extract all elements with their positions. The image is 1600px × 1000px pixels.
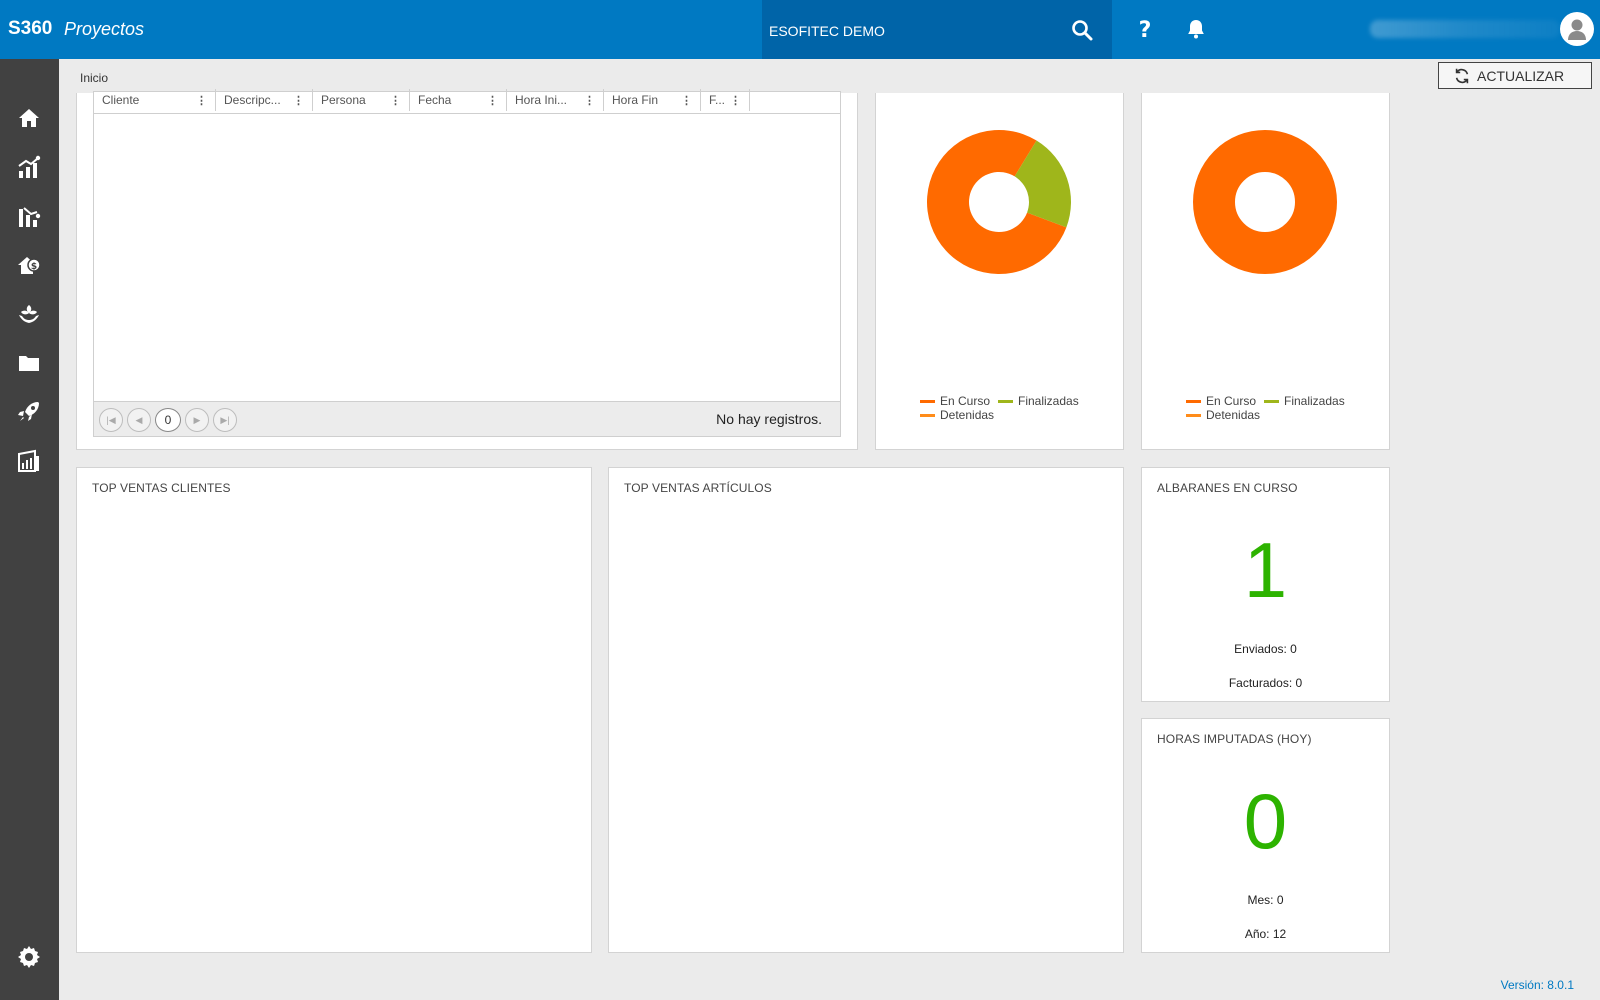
albaranes-count: 1 bbox=[1243, 526, 1288, 614]
legend-swatch bbox=[998, 399, 1013, 403]
no-records-text: No hay registros. bbox=[716, 411, 822, 427]
next-page-icon[interactable]: ▶ bbox=[185, 408, 209, 432]
brand-logo[interactable]: S360 bbox=[8, 18, 52, 40]
legend-item[interactable]: Detenidas bbox=[920, 408, 994, 422]
refresh-icon bbox=[1455, 68, 1469, 83]
company-search[interactable]: ESOFITEC DEMO bbox=[762, 0, 1112, 59]
albaranes-panel[interactable]: ALBARANES EN CURSO 1 Enviados: 0 Factura… bbox=[1141, 467, 1390, 702]
column-menu-icon[interactable]: ⋮ bbox=[487, 94, 498, 107]
finance-house-icon[interactable]: $ bbox=[16, 252, 42, 278]
company-name: ESOFITEC DEMO bbox=[769, 23, 885, 39]
rocket-icon[interactable] bbox=[16, 399, 42, 425]
column-menu-icon[interactable]: ⋮ bbox=[293, 94, 304, 107]
search-icon[interactable] bbox=[1070, 18, 1094, 42]
legend-item[interactable]: En Curso bbox=[1186, 394, 1256, 408]
tasks-donut-panel: En Curso Finalizadas Detenidas bbox=[1141, 93, 1390, 450]
column-menu-icon[interactable]: ⋮ bbox=[730, 94, 741, 107]
column-menu-icon[interactable]: ⋮ bbox=[390, 94, 401, 107]
panel-title: ALBARANES EN CURSO bbox=[1157, 481, 1298, 495]
projects-donut-panel: En Curso Finalizadas Detenidas bbox=[875, 93, 1124, 450]
last-page-icon[interactable]: ▶| bbox=[213, 408, 237, 432]
gear-icon[interactable] bbox=[16, 944, 42, 970]
bell-icon[interactable] bbox=[1184, 17, 1208, 41]
prev-page-icon[interactable]: ◀ bbox=[127, 408, 151, 432]
column-menu-icon[interactable]: ⋮ bbox=[584, 94, 595, 107]
column-header[interactable]: Fecha ⋮ bbox=[410, 89, 507, 111]
help-icon[interactable]: ? bbox=[1133, 17, 1157, 43]
column-menu-icon[interactable]: ⋮ bbox=[681, 94, 692, 107]
svg-text:$: $ bbox=[31, 262, 37, 272]
grid-pager: |◀ ◀ 0 ▶ ▶| No hay registros. bbox=[94, 401, 840, 436]
column-header[interactable]: Hora Fin ⋮ bbox=[604, 89, 701, 111]
legend-item[interactable]: En Curso bbox=[920, 394, 990, 408]
hours-panel[interactable]: HORAS IMPUTADAS (HOY) 0 Mes: 0 Año: 12 bbox=[1141, 718, 1390, 953]
purchases-chart-icon[interactable] bbox=[16, 203, 42, 229]
column-header[interactable]: Descripc... ⋮ bbox=[216, 89, 313, 111]
activities-grid: Cliente ⋮ Descripc... ⋮ Persona ⋮ Fecha ⋮ Ho… bbox=[93, 89, 841, 437]
avatar-icon[interactable] bbox=[1560, 12, 1594, 46]
hours-year: Año: 12 bbox=[1244, 927, 1287, 941]
legend-swatch bbox=[1186, 413, 1201, 417]
top-bar: S360 Proyectos ESOFITEC DEMO ? bbox=[0, 0, 1600, 59]
legend-item[interactable]: Finalizadas bbox=[1264, 394, 1345, 408]
column-header[interactable]: Cliente ⋮ bbox=[94, 89, 216, 111]
legend-swatch bbox=[920, 399, 935, 403]
svg-text:?: ? bbox=[1139, 18, 1152, 41]
panel-title: TOP VENTAS ARTÍCULOS bbox=[624, 481, 772, 495]
folder-icon[interactable] bbox=[16, 350, 42, 376]
albaranes-invoiced: Facturados: 0 bbox=[1228, 676, 1303, 690]
breadcrumb-item-inicio[interactable]: Inicio bbox=[80, 71, 108, 85]
column-header[interactable]: Persona ⋮ bbox=[313, 89, 410, 111]
column-header[interactable]: F... ⋮ bbox=[701, 89, 750, 111]
top-clients-panel: TOP VENTAS CLIENTES bbox=[76, 467, 592, 953]
column-menu-icon[interactable]: ⋮ bbox=[196, 94, 207, 107]
first-page-icon[interactable]: |◀ bbox=[99, 408, 123, 432]
plant-hands-icon[interactable] bbox=[16, 301, 42, 327]
top-articles-panel: TOP VENTAS ARTÍCULOS bbox=[608, 467, 1124, 953]
user-name-blurred bbox=[1370, 20, 1560, 38]
tasks-donut-chart bbox=[1193, 130, 1337, 274]
page-number[interactable]: 0 bbox=[155, 408, 181, 432]
legend-item[interactable]: Finalizadas bbox=[998, 394, 1079, 408]
reports-icon[interactable] bbox=[16, 448, 42, 474]
sidebar: $ bbox=[0, 59, 59, 1000]
donut-slice-en-curso[interactable] bbox=[1193, 130, 1337, 274]
legend-item[interactable]: Detenidas bbox=[1186, 408, 1260, 422]
legend-swatch bbox=[1186, 399, 1201, 403]
panel-title: HORAS IMPUTADAS (HOY) bbox=[1157, 732, 1312, 746]
panel-title: TOP VENTAS CLIENTES bbox=[92, 481, 231, 495]
legend-swatch bbox=[1264, 399, 1279, 403]
grid-header: Cliente ⋮ Descripc... ⋮ Persona ⋮ Fecha ⋮ Ho… bbox=[94, 89, 840, 114]
refresh-button[interactable]: ACTUALIZAR bbox=[1438, 62, 1592, 89]
legend-swatch bbox=[920, 413, 935, 417]
hours-month: Mes: 0 bbox=[1247, 893, 1284, 907]
breadcrumb: Inicio bbox=[59, 59, 1600, 93]
version-label: Versión: 8.0.1 bbox=[1500, 978, 1574, 992]
albaranes-sent: Enviados: 0 bbox=[1234, 642, 1297, 656]
home-icon[interactable] bbox=[16, 105, 42, 131]
sales-chart-icon[interactable] bbox=[16, 154, 42, 180]
app-name: Proyectos bbox=[64, 19, 145, 39]
projects-donut-chart bbox=[927, 130, 1071, 274]
hours-today: 0 bbox=[1243, 777, 1288, 865]
refresh-label: ACTUALIZAR bbox=[1477, 67, 1565, 84]
column-header[interactable]: Hora Ini... ⋮ bbox=[507, 89, 604, 111]
